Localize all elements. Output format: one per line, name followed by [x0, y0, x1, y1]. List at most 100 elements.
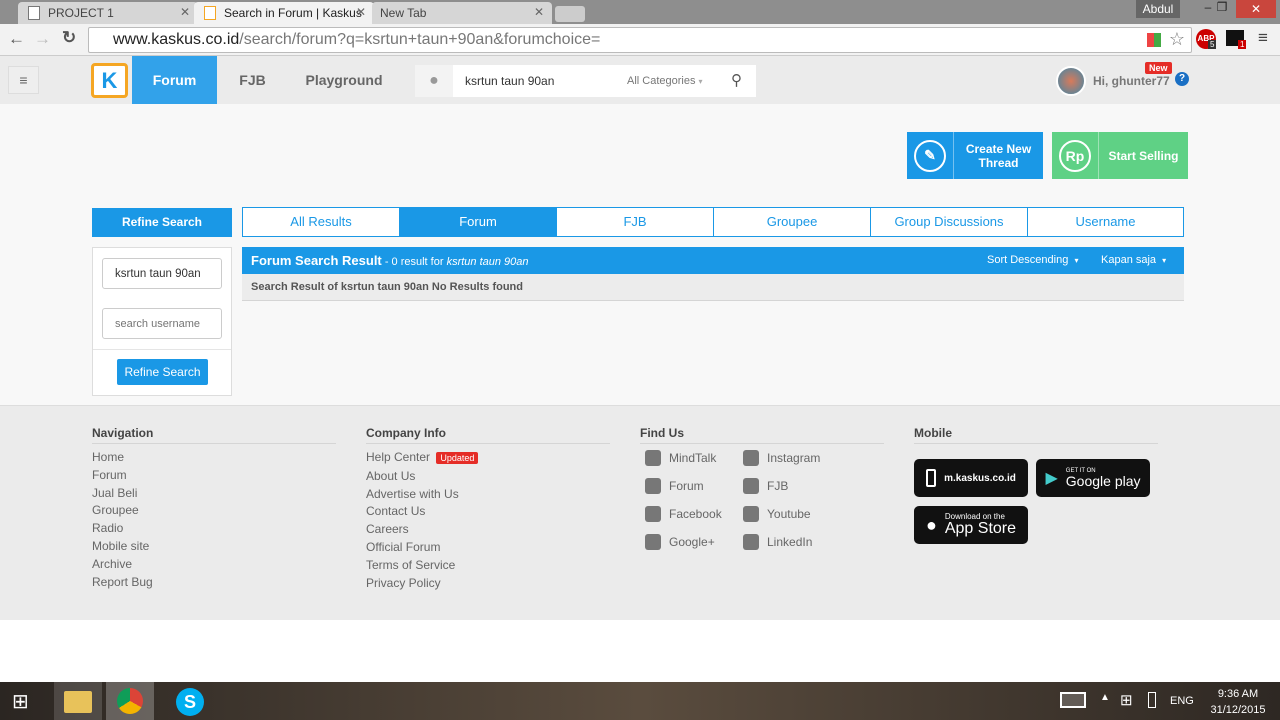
refine-query-input[interactable]: ksrtun taun 90an — [102, 258, 222, 289]
language-indicator[interactable]: ENG — [1170, 695, 1194, 707]
avg-extension-icon[interactable] — [1147, 33, 1161, 47]
tab-groupee[interactable]: Groupee — [713, 207, 871, 237]
footer-navigation-list: Home Forum Jual Beli Groupee Radio Mobil… — [92, 449, 153, 591]
social-twitter-fjb[interactable]: FJB — [743, 472, 820, 500]
reload-icon[interactable]: ↻ — [62, 28, 76, 48]
file-explorer-icon[interactable] — [54, 682, 102, 720]
hamburger-menu-icon[interactable]: ≡ — [8, 66, 39, 94]
close-tab-icon[interactable]: ✕ — [180, 5, 190, 19]
phone-icon — [926, 469, 937, 487]
footer-link[interactable]: Advertise with Us — [366, 486, 478, 504]
browser-tab[interactable]: PROJECT 1 ✕ — [18, 2, 198, 24]
tab-all-results[interactable]: All Results — [242, 207, 400, 237]
extension-count: 1 — [1238, 40, 1247, 49]
sort-dropdown[interactable]: Sort Descending ▾ — [987, 254, 1078, 266]
facebook-icon — [645, 506, 661, 522]
show-hidden-icons[interactable]: ▲ — [1100, 692, 1110, 703]
skype-icon[interactable]: S — [176, 688, 204, 716]
site-header: ≡ K Forum FJB Playground ● ksrtun taun 9… — [0, 56, 1280, 104]
help-icon[interactable]: ? — [1175, 72, 1189, 86]
app-store-badge[interactable]: ● Download on the App Store — [914, 506, 1028, 544]
address-bar[interactable]: www.kaskus.co.id/search/forum?q=ksrtun+t… — [88, 27, 1192, 53]
new-badge: New — [1145, 62, 1172, 74]
nav-playground[interactable]: Playground — [298, 56, 390, 104]
chrome-menu-icon[interactable]: ≡ — [1258, 28, 1268, 48]
chevron-down-icon: ▾ — [1074, 256, 1079, 265]
footer-company-list: Help Center Updated About Us Advertise w… — [366, 449, 479, 593]
time-dropdown[interactable]: Kapan saja ▾ — [1101, 254, 1166, 266]
twitter-icon — [645, 478, 661, 494]
result-header: Forum Search Result - 0 result for ksrtu… — [242, 247, 1184, 274]
footer-link[interactable]: Radio — [92, 520, 153, 538]
tab-group-discussions[interactable]: Group Discussions — [870, 207, 1028, 237]
social-youtube[interactable]: Youtube — [743, 500, 820, 528]
footer-link[interactable]: Jual Beli — [92, 485, 153, 503]
chrome-taskbar-icon[interactable] — [106, 682, 154, 720]
nav-fjb[interactable]: FJB — [225, 56, 280, 104]
username-input[interactable] — [102, 308, 222, 339]
battery-icon[interactable] — [1148, 692, 1156, 708]
windows-start-icon[interactable]: ⊞ — [12, 691, 36, 713]
footer-link[interactable]: Help Center Updated — [366, 449, 479, 468]
back-icon[interactable]: ← — [8, 29, 25, 49]
updated-badge: Updated — [436, 452, 479, 464]
footer-link[interactable]: Contact Us — [366, 503, 478, 521]
footer-link[interactable]: Careers — [366, 521, 478, 539]
browser-tab-active[interactable]: Search in Forum | Kaskus -✕ — [194, 2, 374, 34]
social-twitter-forum[interactable]: Forum — [645, 472, 722, 500]
keyboard-icon[interactable] — [1060, 692, 1086, 708]
close-window-button[interactable]: ✕ — [1236, 0, 1276, 18]
taskbar: ⊞ S ▲ ⊞ ENG 9:36 AM 31/12/2015 — [0, 682, 1280, 720]
browser-toolbar: ← → ↻ www.kaskus.co.id/search/forum?q=ks… — [0, 24, 1280, 56]
close-tab-icon[interactable]: ✕ — [534, 5, 544, 19]
linkedin-icon — [743, 534, 759, 550]
footer-link[interactable]: Archive — [92, 556, 153, 574]
close-tab-icon[interactable]: ✕ — [356, 5, 366, 19]
social-facebook[interactable]: Facebook — [645, 500, 722, 528]
search-icon[interactable]: ⚲ — [731, 71, 742, 89]
footer-link[interactable]: Report Bug — [92, 574, 153, 592]
footer-link[interactable]: Privacy Policy — [366, 575, 478, 593]
user-greeting[interactable]: Hi, ghunter77 — [1093, 74, 1170, 88]
social-googleplus[interactable]: Google+ — [645, 528, 722, 556]
mobile-site-badge[interactable]: m.kaskus.co.id — [914, 459, 1028, 497]
divider — [92, 443, 336, 444]
social-left: MindTalk Forum Facebook Google+ — [645, 444, 722, 556]
browser-tab[interactable]: New Tab ✕ — [372, 2, 552, 24]
footer-link[interactable]: Mobile site — [92, 538, 153, 556]
tab-username[interactable]: Username — [1027, 207, 1184, 237]
kaskus-logo[interactable]: K — [91, 63, 128, 98]
refine-search-button[interactable]: Refine Search — [117, 359, 208, 385]
adblock-count: 5 — [1208, 40, 1217, 49]
chevron-down-icon: ▾ — [1162, 256, 1167, 265]
footer-link[interactable]: Forum — [92, 467, 153, 485]
google-play-badge[interactable]: ▶ GET IT ON Google play — [1036, 459, 1150, 497]
site-search-input[interactable]: ksrtun taun 90an — [465, 74, 554, 88]
nav-forum[interactable]: Forum — [132, 56, 217, 104]
social-linkedin[interactable]: LinkedIn — [743, 528, 820, 556]
social-mindtalk[interactable]: MindTalk — [645, 444, 722, 472]
chat-bubbles-icon[interactable]: ● — [415, 65, 453, 97]
footer-heading-navigation: Navigation — [92, 426, 154, 440]
avatar[interactable] — [1056, 66, 1086, 96]
new-tab-button[interactable] — [555, 6, 585, 22]
forward-icon[interactable]: → — [34, 29, 51, 49]
divider — [93, 349, 231, 350]
bookmark-star-icon[interactable]: ☆ — [1169, 29, 1185, 50]
tab-fjb[interactable]: FJB — [556, 207, 714, 237]
create-thread-button[interactable]: ✎ Create New Thread — [907, 132, 1043, 179]
footer-link[interactable]: Home — [92, 449, 153, 467]
action-center-icon[interactable]: ⊞ — [1120, 691, 1133, 709]
footer-link[interactable]: About Us — [366, 468, 478, 486]
googleplus-icon — [645, 534, 661, 550]
divider — [366, 443, 610, 444]
clock[interactable]: 9:36 AM 31/12/2015 — [1200, 686, 1276, 718]
tab-forum[interactable]: Forum — [399, 207, 557, 237]
footer-link[interactable]: Official Forum — [366, 539, 478, 557]
footer-link[interactable]: Groupee — [92, 502, 153, 520]
footer-link[interactable]: Terms of Service — [366, 557, 478, 575]
social-instagram[interactable]: Instagram — [743, 444, 820, 472]
maximize-button[interactable]: ❐ — [1210, 0, 1234, 18]
category-select[interactable]: All Categories ▾ — [627, 75, 703, 87]
start-selling-button[interactable]: Rp Start Selling — [1052, 132, 1188, 179]
